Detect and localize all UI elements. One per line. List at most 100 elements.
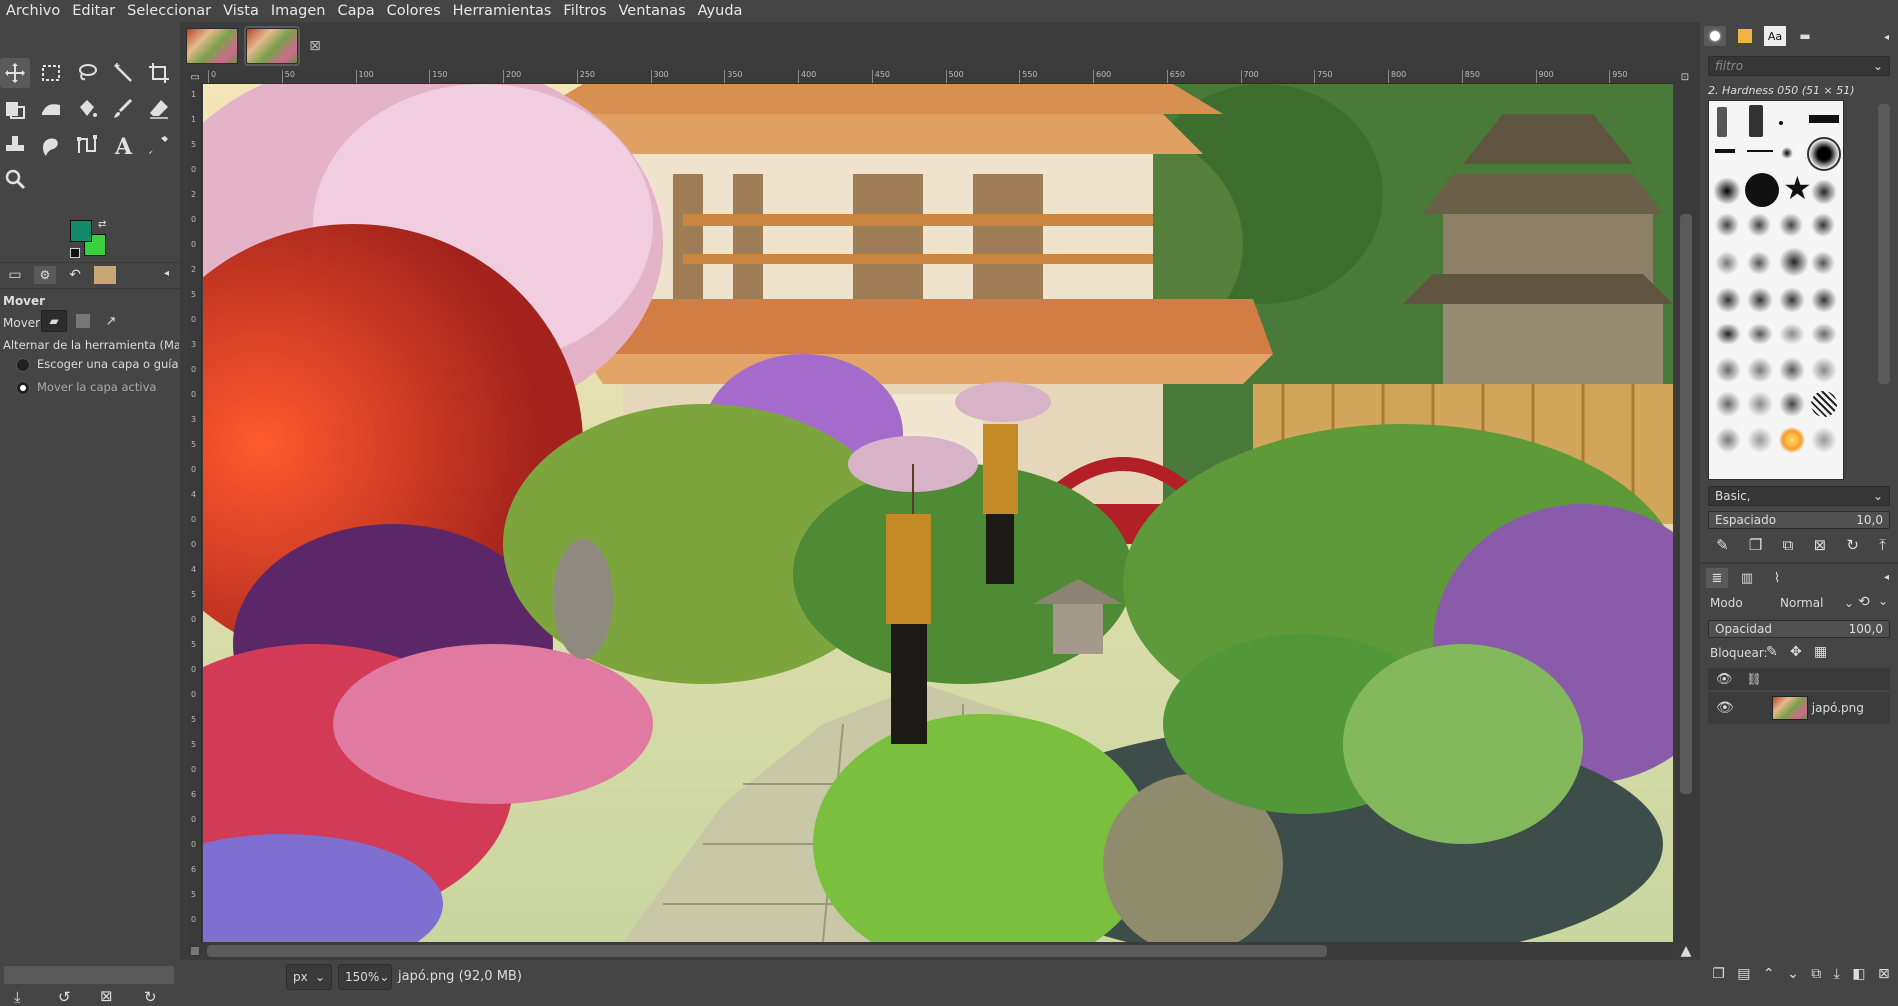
- delete-layer-icon[interactable]: ⊠: [1878, 966, 1890, 982]
- vertical-ruler[interactable]: 1 1 5 0 2 0 0 2 5 0 3 0 0 3 5 0 4 0 0 4 5 0 5 0 0 5 5 0 6 0 0 6 5 0: [188, 84, 202, 942]
- horizontal-scrollbar[interactable]: [203, 942, 1673, 960]
- menu-ayuda[interactable]: Ayuda: [698, 0, 743, 22]
- menu-seleccionar[interactable]: Seleccionar: [127, 0, 211, 22]
- new-layer-icon[interactable]: ❐: [1712, 966, 1725, 982]
- duplicate-layer-icon[interactable]: ⧉: [1811, 966, 1821, 982]
- tab-paths[interactable]: ⌇: [1766, 568, 1788, 588]
- tab-patterns[interactable]: [1734, 26, 1756, 46]
- bucket-fill-icon[interactable]: [72, 94, 102, 124]
- configure-tab-icon[interactable]: ◂: [164, 268, 169, 279]
- navigate-corner[interactable]: [188, 942, 202, 960]
- layer-row[interactable]: 👁︎ japó.png: [1708, 692, 1890, 724]
- eye-icon[interactable]: 👁︎: [1716, 700, 1734, 716]
- brush-filter[interactable]: filtro ⌄: [1708, 56, 1890, 76]
- delete-brush-icon[interactable]: ⊠: [1814, 536, 1827, 554]
- navigate-icon[interactable]: ▲: [1676, 942, 1696, 960]
- new-brush-icon[interactable]: ❐: [1749, 536, 1762, 554]
- switch-mode-icon[interactable]: ⟲: [1858, 594, 1870, 610]
- vertical-scrollbar[interactable]: [1676, 84, 1696, 942]
- edit-brush-icon[interactable]: ✎: [1716, 536, 1729, 554]
- tab-channels[interactable]: ▥: [1736, 568, 1758, 588]
- mode-select[interactable]: Normal ⌄: [1780, 592, 1854, 614]
- tool-options-scroll[interactable]: [4, 966, 174, 984]
- crop-icon[interactable]: [144, 58, 174, 88]
- menu-colores[interactable]: Colores: [387, 0, 441, 22]
- lower-layer-icon[interactable]: ⌄: [1787, 966, 1799, 982]
- move-path-mode-button[interactable]: ↗: [98, 310, 124, 332]
- reset-tool-options-icon[interactable]: ↻: [144, 988, 157, 1006]
- merge-layer-icon[interactable]: ⤓: [1834, 966, 1840, 982]
- move-layer-mode-button[interactable]: ▰: [41, 310, 67, 332]
- tab-brushes[interactable]: [1704, 26, 1726, 46]
- menu-archivo[interactable]: Archivo: [6, 0, 60, 22]
- move-selection-mode-button[interactable]: [70, 310, 96, 332]
- delete-tool-preset-icon[interactable]: ⊠: [100, 987, 113, 1005]
- tab-device-status[interactable]: ⚙: [34, 266, 56, 284]
- close-tab-icon[interactable]: ⊠: [306, 28, 324, 64]
- warp-icon[interactable]: [36, 94, 66, 124]
- configure-tab-icon[interactable]: ◂: [1884, 572, 1889, 583]
- paintbrush-icon[interactable]: [108, 94, 138, 124]
- refresh-brushes-icon[interactable]: ↻: [1846, 536, 1859, 554]
- save-tool-preset-icon[interactable]: ⤓: [14, 988, 21, 1006]
- clone-stamp-icon[interactable]: [0, 130, 30, 160]
- vertical-scroll-thumb[interactable]: [1680, 214, 1692, 794]
- tab-layers[interactable]: ≣: [1706, 568, 1728, 588]
- configure-tab-icon[interactable]: ◂: [1884, 32, 1889, 43]
- menu-herramientas[interactable]: Herramientas: [453, 0, 552, 22]
- raise-layer-icon[interactable]: ⌃: [1763, 966, 1775, 982]
- image-tab-1[interactable]: [186, 28, 238, 64]
- opacity-field[interactable]: Opacidad 100,0: [1708, 620, 1890, 638]
- horizontal-scroll-thumb[interactable]: [207, 945, 1327, 957]
- rect-select-icon[interactable]: [36, 58, 66, 88]
- tab-undo-history[interactable]: ↶: [64, 266, 86, 284]
- brush-grid[interactable]: ★: [1708, 100, 1844, 480]
- tab-gradients[interactable]: ▬: [1794, 26, 1816, 46]
- lasso-icon[interactable]: [72, 58, 102, 88]
- chevron-down-icon[interactable]: ⌄: [1878, 594, 1888, 608]
- transform-icon[interactable]: [0, 94, 30, 124]
- radio-move-active[interactable]: [16, 381, 30, 395]
- menu-capa[interactable]: Capa: [338, 0, 375, 22]
- opacity-value: 100,0: [1848, 622, 1883, 636]
- tab-tool-options[interactable]: ▭: [4, 266, 26, 284]
- paths-icon[interactable]: [72, 130, 102, 160]
- default-colors-icon[interactable]: [70, 248, 80, 258]
- swap-colors-icon[interactable]: ⇄: [98, 220, 108, 230]
- lock-alpha-icon[interactable]: ▦: [1814, 644, 1827, 660]
- lock-position-icon[interactable]: ✥: [1790, 644, 1802, 660]
- text-tool-icon[interactable]: A: [108, 130, 138, 160]
- mask-layer-icon[interactable]: ◧: [1852, 966, 1865, 982]
- brush-preset-select[interactable]: Basic, ⌄: [1708, 486, 1890, 506]
- lock-pixels-icon[interactable]: ✎: [1766, 644, 1778, 660]
- tab-images[interactable]: [94, 266, 116, 284]
- smudge-icon[interactable]: [36, 130, 66, 160]
- ruler-tick-label: 0: [191, 515, 197, 524]
- zoom-fit-icon[interactable]: ⊡: [1675, 70, 1695, 84]
- menu-ventanas[interactable]: Ventanas: [619, 0, 686, 22]
- color-picker-icon[interactable]: [144, 130, 174, 160]
- unit-selector[interactable]: px ⌄: [286, 964, 332, 990]
- tab-fonts[interactable]: Aa: [1764, 26, 1786, 46]
- menu-filtros[interactable]: Filtros: [563, 0, 606, 22]
- eraser-icon[interactable]: [144, 94, 174, 124]
- horizontal-ruler[interactable]: 0 50 100 150 200 250 300 350 400 450 500 550 600 650 7…: [200, 70, 1675, 84]
- menu-imagen[interactable]: Imagen: [271, 0, 326, 22]
- image-canvas[interactable]: [203, 84, 1673, 942]
- zoom-icon[interactable]: [0, 164, 30, 194]
- foreground-color-swatch[interactable]: [70, 220, 92, 242]
- open-brush-icon[interactable]: ⤒: [1879, 536, 1886, 554]
- color-swatches[interactable]: ⇄: [70, 220, 110, 260]
- fuzzy-select-icon[interactable]: [108, 58, 138, 88]
- brush-grid-scroll[interactable]: [1846, 100, 1896, 480]
- spacing-field[interactable]: Espaciado 10,0: [1708, 511, 1890, 529]
- menu-vista[interactable]: Vista: [223, 0, 259, 22]
- zoom-selector[interactable]: 150% ⌄: [338, 964, 392, 990]
- new-group-icon[interactable]: ▤: [1737, 966, 1750, 982]
- duplicate-brush-icon[interactable]: ⧉: [1783, 536, 1794, 554]
- radio-pick-layer[interactable]: [16, 358, 30, 372]
- menu-editar[interactable]: Editar: [72, 0, 115, 22]
- restore-tool-preset-icon[interactable]: ↺: [58, 988, 71, 1006]
- image-tab-2[interactable]: [244, 26, 300, 66]
- move-tool-icon[interactable]: [0, 58, 30, 88]
